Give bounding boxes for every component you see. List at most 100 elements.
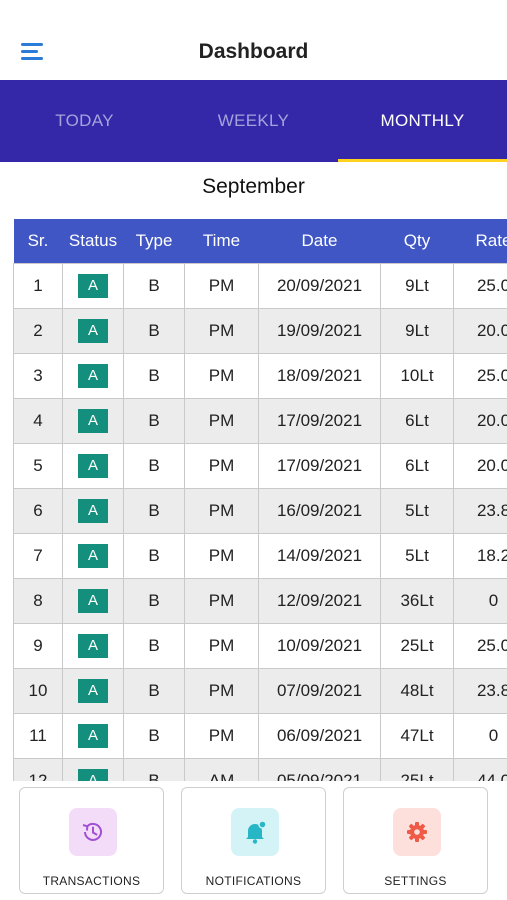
status-badge: A	[78, 363, 108, 388]
cell-qty: 48Lt	[380, 667, 454, 714]
cell-status: A	[62, 397, 124, 444]
cell-rate: 0	[453, 577, 507, 624]
table-row[interactable]: 2 A B PM 19/09/2021 9Lt 20.0	[13, 307, 507, 354]
cell-qty: 9Lt	[380, 262, 454, 309]
cell-qty: 47Lt	[380, 712, 454, 759]
cell-time: AM	[184, 757, 259, 781]
cell-date: 07/09/2021	[258, 667, 381, 714]
cell-type: B	[123, 487, 185, 534]
cell-rate: 20.0	[453, 307, 507, 354]
table-row[interactable]: 5 A B PM 17/09/2021 6Lt 20.0	[13, 442, 507, 489]
status-badge: A	[78, 678, 108, 703]
status-badge: A	[78, 588, 108, 613]
cell-type: B	[123, 397, 185, 444]
col-header-rate: Rate	[453, 219, 507, 263]
table-row[interactable]: 9 A B PM 10/09/2021 25Lt 25.0	[13, 622, 507, 669]
cell-type: B	[123, 712, 185, 759]
cell-rate: 0	[453, 712, 507, 759]
cell-sr: 9	[13, 622, 63, 669]
settings-label: SETTINGS	[384, 874, 447, 888]
cell-date: 19/09/2021	[258, 307, 381, 354]
bell-icon	[231, 808, 279, 856]
cell-date: 20/09/2021	[258, 262, 381, 309]
cell-time: PM	[184, 712, 259, 759]
cell-rate: 25.0	[453, 622, 507, 669]
table-row[interactable]: 6 A B PM 16/09/2021 5Lt 23.8	[13, 487, 507, 534]
cell-time: PM	[184, 262, 259, 309]
table-row[interactable]: 7 A B PM 14/09/2021 5Lt 18.2	[13, 532, 507, 579]
cell-type: B	[123, 757, 185, 781]
page-title: Dashboard	[198, 40, 309, 63]
bottom-actions: TRANSACTIONS NOTIFICATIONS SETTINGS	[0, 781, 507, 900]
cell-rate: 23.8	[453, 667, 507, 714]
cell-qty: 6Lt	[380, 442, 454, 489]
tab-weekly[interactable]: WEEKLY	[169, 80, 338, 162]
cell-rate: 44.0	[453, 757, 507, 781]
table-row[interactable]: 4 A B PM 17/09/2021 6Lt 20.0	[13, 397, 507, 444]
cell-time: PM	[184, 397, 259, 444]
table-row[interactable]: 8 A B PM 12/09/2021 36Lt 0	[13, 577, 507, 624]
cell-time: PM	[184, 442, 259, 489]
cell-time: PM	[184, 307, 259, 354]
cell-type: B	[123, 442, 185, 489]
table-row[interactable]: 11 A B PM 06/09/2021 47Lt 0	[13, 712, 507, 759]
status-badge: A	[78, 723, 108, 748]
cell-status: A	[62, 712, 124, 759]
col-header-time: Time	[184, 219, 259, 263]
status-badge: A	[78, 633, 108, 658]
cell-qty: 5Lt	[380, 487, 454, 534]
table-row[interactable]: 10 A B PM 07/09/2021 48Lt 23.8	[13, 667, 507, 714]
status-badge: A	[78, 453, 108, 478]
cell-rate: 18.2	[453, 532, 507, 579]
cell-type: B	[123, 667, 185, 714]
cell-qty: 25Lt	[380, 757, 454, 781]
cell-rate: 25.0	[453, 352, 507, 399]
tab-monthly[interactable]: MONTHLY	[338, 80, 507, 162]
cell-qty: 10Lt	[380, 352, 454, 399]
cell-sr: 6	[13, 487, 63, 534]
col-header-sr: Sr.	[13, 219, 63, 263]
table-header-row: Sr. Status Type Time Date Qty Rate	[13, 219, 507, 263]
notifications-button[interactable]: NOTIFICATIONS	[181, 787, 326, 894]
status-badge: A	[78, 273, 108, 298]
cell-sr: 11	[13, 712, 63, 759]
cell-status: A	[62, 577, 124, 624]
cell-date: 18/09/2021	[258, 352, 381, 399]
cell-date: 06/09/2021	[258, 712, 381, 759]
cell-status: A	[62, 532, 124, 579]
notifications-label: NOTIFICATIONS	[205, 874, 302, 888]
settings-button[interactable]: SETTINGS	[343, 787, 488, 894]
cell-type: B	[123, 622, 185, 669]
table-row[interactable]: 1 A B PM 20/09/2021 9Lt 25.0	[13, 262, 507, 309]
cell-date: 12/09/2021	[258, 577, 381, 624]
cell-time: PM	[184, 352, 259, 399]
cell-date: 17/09/2021	[258, 442, 381, 489]
cell-type: B	[123, 352, 185, 399]
cell-sr: 3	[13, 352, 63, 399]
cell-qty: 36Lt	[380, 577, 454, 624]
cell-date: 17/09/2021	[258, 397, 381, 444]
col-header-date: Date	[258, 219, 381, 263]
month-title: September	[202, 175, 305, 198]
history-icon	[69, 808, 117, 856]
cell-status: A	[62, 667, 124, 714]
cell-qty: 9Lt	[380, 307, 454, 354]
cell-sr: 4	[13, 397, 63, 444]
cell-status: A	[62, 622, 124, 669]
app-bar: Dashboard	[0, 0, 507, 80]
cell-type: B	[123, 577, 185, 624]
cell-status: A	[62, 307, 124, 354]
cell-sr: 8	[13, 577, 63, 624]
cell-type: B	[123, 307, 185, 354]
tab-today[interactable]: TODAY	[0, 80, 169, 162]
cell-rate: 20.0	[453, 442, 507, 489]
transactions-table[interactable]: Sr. Status Type Time Date Qty Rate 1 A B PM…	[13, 219, 507, 781]
cell-sr: 2	[13, 307, 63, 354]
table-row[interactable]: 12 A B AM 05/09/2021 25Lt 44.0	[13, 757, 507, 781]
cell-rate: 25.0	[453, 262, 507, 309]
transactions-button[interactable]: TRANSACTIONS	[19, 787, 164, 894]
status-badge: A	[78, 498, 108, 523]
status-badge: A	[78, 318, 108, 343]
table-row[interactable]: 3 A B PM 18/09/2021 10Lt 25.0	[13, 352, 507, 399]
cell-time: PM	[184, 577, 259, 624]
